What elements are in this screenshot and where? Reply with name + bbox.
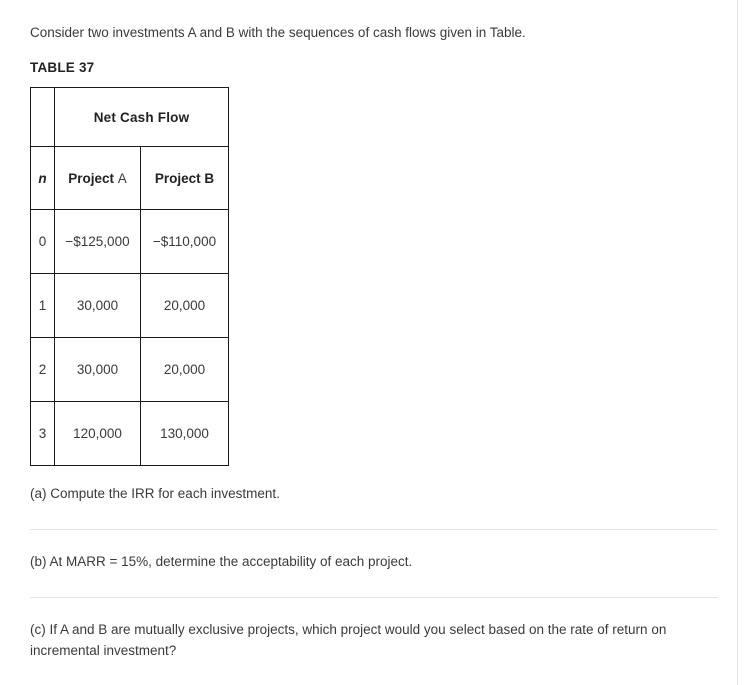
table-row: 0 −$125,000 −$110,000 (30, 209, 229, 274)
question-a: (a) Compute the IRR for each investment. (30, 486, 280, 501)
row-0-period: 0 (30, 209, 55, 274)
problem-statement: Consider two investments A and B with th… (30, 25, 526, 40)
row-2-project-b: 20,000 (140, 337, 229, 402)
page-right-border (737, 0, 738, 685)
header-period-n: n (30, 146, 55, 210)
table-row: 3 120,000 130,000 (30, 401, 229, 466)
table-subheader-row: n Project A Project B (30, 146, 229, 210)
header-project-b-letter: B (204, 170, 215, 186)
cash-flow-table: Net Cash Flow n Project A Project B 0 −$… (30, 87, 229, 466)
header-project-b-word: Project (154, 170, 201, 186)
question-divider-2 (30, 597, 718, 598)
table-header-row: Net Cash Flow (30, 87, 229, 147)
row-1-project-a: 30,000 (54, 273, 141, 338)
problem-content: Consider two investments A and B with th… (30, 0, 720, 661)
row-3-project-b: 130,000 (140, 401, 229, 466)
table-caption: TABLE 37 (30, 60, 95, 75)
question-b: (b) At MARR = 15%, determine the accepta… (30, 554, 413, 569)
row-3-period: 3 (30, 401, 55, 466)
table-row: 2 30,000 20,000 (30, 337, 229, 402)
header-project-a-word: Project (68, 170, 114, 186)
row-2-period: 2 (30, 337, 55, 402)
row-3-project-a: 120,000 (54, 401, 141, 466)
question-divider-1 (30, 529, 718, 530)
header-project-a: Project A (54, 146, 141, 210)
row-1-period: 1 (30, 273, 55, 338)
row-2-project-a: 30,000 (54, 337, 141, 402)
header-net-cash-flow: Net Cash Flow (54, 87, 229, 147)
row-0-project-b: −$110,000 (140, 209, 229, 274)
header-project-a-letter: A (117, 170, 127, 186)
header-project-b: Project B (140, 146, 229, 210)
question-c: (c) If A and B are mutually exclusive pr… (30, 622, 667, 658)
header-corner-blank (30, 87, 55, 147)
row-1-project-b: 20,000 (140, 273, 229, 338)
row-0-project-a: −$125,000 (54, 209, 141, 274)
table-row: 1 30,000 20,000 (30, 273, 229, 338)
